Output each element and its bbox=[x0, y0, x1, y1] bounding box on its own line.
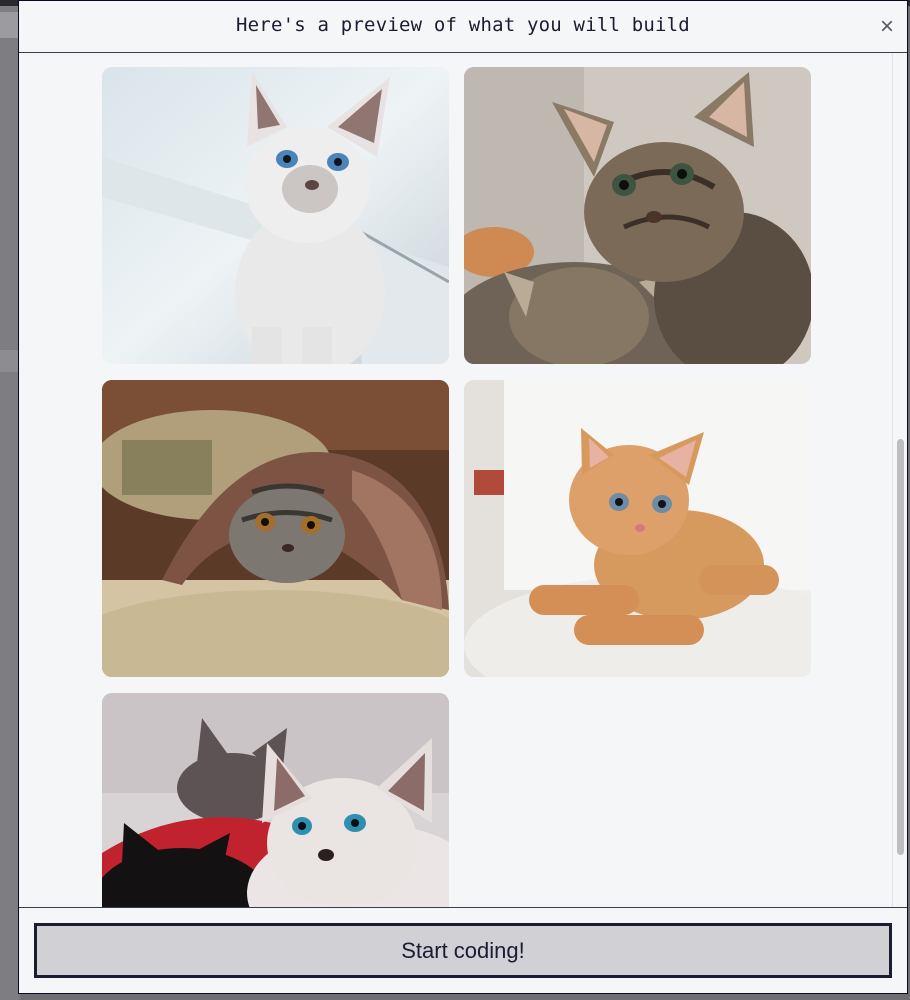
kitten-photo-1 bbox=[102, 67, 449, 364]
modal-title: Here's a preview of what you will build bbox=[236, 14, 690, 36]
modal-header: Here's a preview of what you will build … bbox=[19, 1, 907, 53]
backdrop-left bbox=[0, 6, 20, 1000]
start-coding-button[interactable]: Start coding! bbox=[34, 923, 892, 978]
modal-body bbox=[19, 53, 907, 907]
kitten-photo-3 bbox=[102, 380, 449, 677]
kitten-photo-4 bbox=[464, 380, 811, 677]
preview-modal: Here's a preview of what you will build … bbox=[18, 0, 908, 994]
backdrop-band bbox=[0, 350, 20, 372]
modal-footer: Start coding! bbox=[19, 907, 907, 993]
backdrop-strip bbox=[0, 12, 20, 38]
kitten-photo-5 bbox=[102, 693, 449, 907]
close-icon[interactable]: × bbox=[873, 13, 901, 41]
scrollbar-thumb[interactable] bbox=[897, 439, 904, 855]
scrollbar-track[interactable] bbox=[892, 53, 907, 907]
kitten-photo-2 bbox=[464, 67, 811, 364]
